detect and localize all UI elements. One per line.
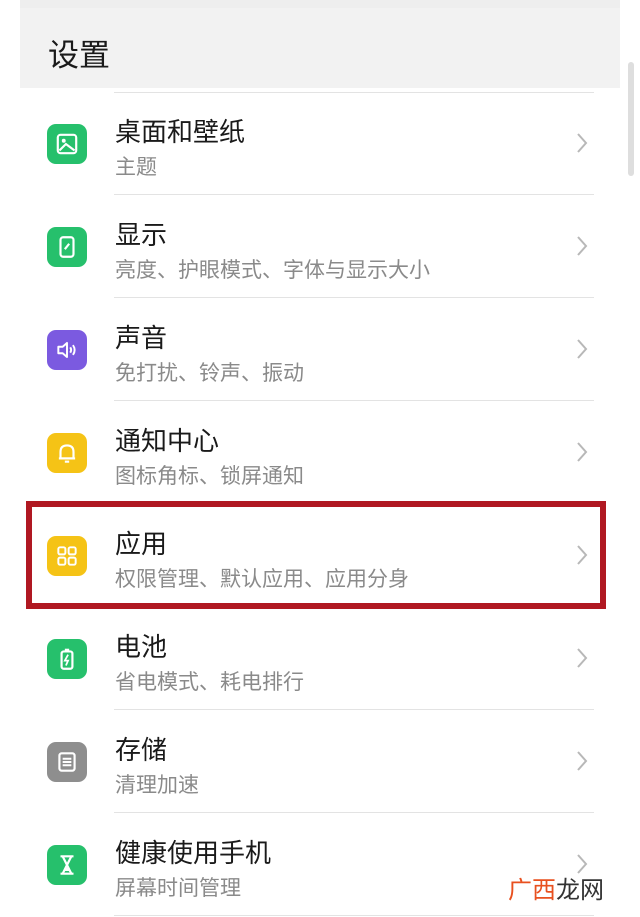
chevron-right-icon xyxy=(573,542,591,568)
settings-item-battery[interactable]: 电池 省电模式、耗电排行 xyxy=(20,607,620,710)
chevron-right-icon xyxy=(573,130,591,156)
settings-item-subtitle: 屏幕时间管理 xyxy=(115,876,241,900)
settings-item-title: 健康使用手机 xyxy=(115,839,272,869)
hourglass-icon xyxy=(47,845,87,885)
chevron-right-icon xyxy=(573,748,591,774)
settings-item-subtitle: 主题 xyxy=(115,155,157,179)
settings-item-apps[interactable]: 应用 权限管理、默认应用、应用分身 xyxy=(20,504,620,607)
settings-item-subtitle: 图标角标、锁屏通知 xyxy=(115,464,304,488)
chevron-right-icon xyxy=(573,439,591,465)
settings-list: 桌面和壁纸 主题 显示 亮度、护眼模式、字体与显示大小 声音 免打扰、铃声、振动… xyxy=(20,92,620,916)
settings-item-title: 通知中心 xyxy=(115,427,220,457)
settings-item-display[interactable]: 显示 亮度、护眼模式、字体与显示大小 xyxy=(20,195,620,298)
page-title: 设置 xyxy=(48,38,110,74)
sound-icon xyxy=(47,330,87,370)
settings-item-title: 应用 xyxy=(115,530,168,560)
watermark: 广西龙网 xyxy=(508,870,604,905)
watermark-text: 广西 xyxy=(508,876,556,904)
settings-item-wallpaper[interactable]: 桌面和壁纸 主题 xyxy=(20,92,620,195)
chevron-right-icon xyxy=(573,645,591,671)
header: 设置 xyxy=(20,8,620,88)
scrollbar[interactable] xyxy=(628,62,634,176)
settings-item-subtitle: 免打扰、铃声、振动 xyxy=(115,361,304,385)
settings-item-title: 存储 xyxy=(115,736,168,766)
chevron-right-icon xyxy=(573,336,591,362)
settings-item-subtitle: 亮度、护眼模式、字体与显示大小 xyxy=(115,258,430,282)
settings-item-title: 桌面和壁纸 xyxy=(115,118,246,148)
settings-item-subtitle: 权限管理、默认应用、应用分身 xyxy=(115,567,409,591)
status-bar xyxy=(20,0,620,8)
wallpaper-icon xyxy=(47,124,87,164)
bell-icon xyxy=(47,433,87,473)
settings-item-subtitle: 清理加速 xyxy=(115,773,199,797)
battery-icon xyxy=(47,639,87,679)
settings-item-sound[interactable]: 声音 免打扰、铃声、振动 xyxy=(20,298,620,401)
settings-item-title: 声音 xyxy=(115,324,168,354)
apps-grid-icon xyxy=(47,536,87,576)
display-icon xyxy=(47,227,87,267)
settings-item-title: 电池 xyxy=(115,633,168,663)
watermark-text: 龙网 xyxy=(556,876,604,904)
settings-item-title: 显示 xyxy=(115,221,168,251)
storage-icon xyxy=(47,742,87,782)
settings-item-subtitle: 省电模式、耗电排行 xyxy=(115,670,304,694)
settings-item-storage[interactable]: 存储 清理加速 xyxy=(20,710,620,813)
settings-item-notification-center[interactable]: 通知中心 图标角标、锁屏通知 xyxy=(20,401,620,504)
chevron-right-icon xyxy=(573,233,591,259)
